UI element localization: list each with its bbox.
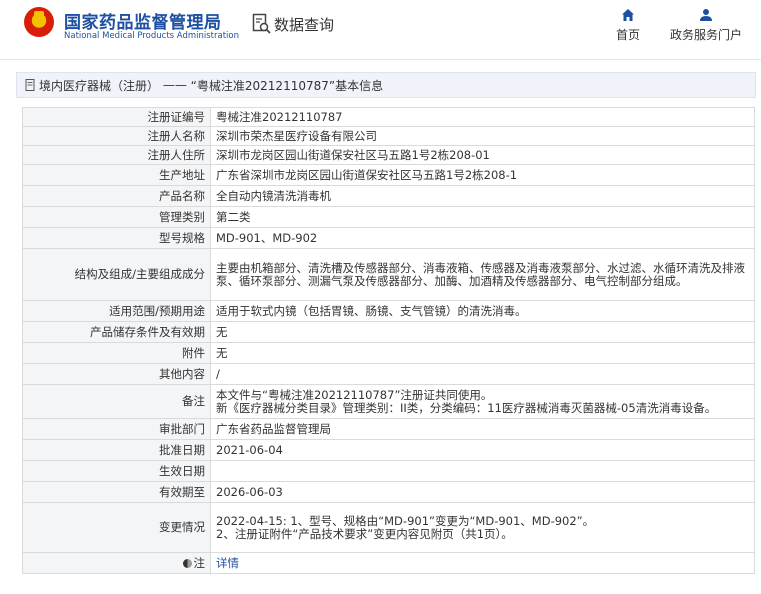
value-approval-date: 2021-06-04 [216,442,283,457]
document-icon [25,79,35,91]
value-attachment: 无 [216,345,228,360]
label-effective-date: 生效日期 [22,460,211,482]
value-cell-expiry-date: 2026-06-03 [210,481,755,503]
label-attachment: 附件 [22,342,211,364]
info-row-registrant-name: 注册人名称 深圳市荣杰星医疗设备有限公司 [22,126,755,146]
value-cell-change-history: 2022-04-15: 1、型号、规格由“MD-901”变更为“MD-901、M… [210,502,755,553]
info-row-structure-composition: 结构及组成/主要组成成分 主要由机箱部分、清洗槽及传感器部分、消毒液箱、传感器及消… [22,248,755,301]
label-registrant-address: 注册人住所 [22,145,211,165]
value-cell-effective-date [210,460,755,482]
value-cell-approval-date: 2021-06-04 [210,439,755,461]
label-structure-composition: 结构及组成/主要组成成分 [22,248,211,301]
info-row-remarks: 备注 本文件与“粤械注准20212110787”注册证共同使用。 新《医疗器械分类… [22,384,755,419]
info-row-registrant-address: 注册人住所 深圳市龙岗区园山街道保安社区马五路1号2栋208-01 [22,145,755,165]
value-cell-storage-validity: 无 [210,321,755,343]
info-row-model-spec: 型号规格 MD-901、MD-902 [22,227,755,249]
info-row-intended-use: 适用范围/预期用途 适用于软式内镜（包括胃镜、肠镜、支气管镜）的清洗消毒。 [22,300,755,322]
value-other-content: / [216,366,220,381]
label-product-name: 产品名称 [22,185,211,207]
value-cell-registrant-name: 深圳市荣杰星医疗设备有限公司 [210,126,755,146]
value-intended-use: 适用于软式内镜（包括胃镜、肠镜、支气管镜）的清洗消毒。 [216,303,527,318]
info-row-effective-date: 生效日期 [22,460,755,482]
breadcrumb: 境内医疗器械（注册） —— “粤械注准20212110787”基本信息 [16,72,756,98]
value-cell-intended-use: 适用于软式内镜（包括胃镜、肠镜、支气管镜）的清洗消毒。 [210,300,755,322]
info-row-expiry-date: 有效期至 2026-06-03 [22,481,755,503]
value-structure-composition: 主要由机箱部分、清洗槽及传感器部分、消毒液箱、传感器及消毒液泵部分、水过滤、水循… [216,260,745,288]
value-cell-registrant-address: 深圳市龙岗区园山街道保安社区马五路1号2栋208-01 [210,145,755,165]
value-cell-attachment: 无 [210,342,755,364]
value-cert-number: 粤械注准20212110787 [216,109,343,124]
value-effective-date [216,469,749,473]
user-icon [700,9,712,21]
value-registrant-name: 深圳市荣杰星医疗设备有限公司 [216,128,377,143]
info-row-production-address: 生产地址 广东省深圳市龙岗区园山街道保安社区马五路1号2栋208-1 [22,164,755,186]
label-change-history: 变更情况 [22,502,211,553]
registration-info-table: 注册证编号 粤械注准20212110787 注册人名称 深圳市荣杰星医疗设备有限公司注… [22,107,755,574]
nav-service-portal[interactable]: 政务服务门户 [664,8,748,43]
value-production-address: 广东省深圳市龙岗区园山街道保安社区马五路1号2栋208-1 [216,167,518,182]
value-model-spec: MD-901、MD-902 [216,230,318,245]
label-model-spec: 型号规格 [22,227,211,249]
label-note: 注 [22,552,211,574]
value-cell-remarks: 本文件与“粤械注准20212110787”注册证共同使用。 新《医疗器械分类目录… [210,384,755,419]
info-row-other-content: 其他内容 / [22,363,755,385]
header-divider [0,59,761,60]
value-cell-product-name: 全自动内镜清洗消毒机 [210,185,755,207]
label-management-class: 管理类别 [22,206,211,228]
label-approval-date: 批准日期 [22,439,211,461]
data-query-link[interactable]: 数据查询 [252,12,334,36]
breadcrumb-separator: —— [162,78,187,92]
document-search-icon [252,13,271,34]
nav-home-label: 首页 [615,28,640,42]
value-cell-model-spec: MD-901、MD-902 [210,227,755,249]
value-cell-note: 详情 [210,552,755,574]
info-row-product-name: 产品名称 全自动内镜清洗消毒机 [22,185,755,207]
data-query-label: 数据查询 [274,15,335,34]
value-cell-structure-composition: 主要由机箱部分、清洗槽及传感器部分、消毒液箱、传感器及消毒液泵部分、水过滤、水循… [210,248,755,301]
note-icon [182,558,192,568]
site-header: 国家药品监督管理局 National Medical Products Admi… [0,0,761,60]
label-other-content: 其他内容 [22,363,211,385]
info-row-management-class: 管理类别 第二类 [22,206,755,228]
value-cell-production-address: 广东省深圳市龙岗区园山街道保安社区马五路1号2栋208-1 [210,164,755,186]
home-icon [622,9,634,21]
label-expiry-date: 有效期至 [22,481,211,503]
info-row-attachment: 附件无 [22,342,755,364]
info-row-approval-date: 批准日期 2021-06-04 [22,439,755,461]
value-cell-management-class: 第二类 [210,206,755,228]
value-storage-validity: 无 [216,324,228,339]
label-text-note: 注 [193,555,206,570]
value-change-history: 2022-04-15: 1、型号、规格由“MD-901”变更为“MD-901、M… [216,513,595,541]
breadcrumb-category-link[interactable]: 境内医疗器械（注册） [39,77,159,94]
label-remarks: 备注 [22,384,211,419]
label-storage-validity: 产品储存条件及有效期 [22,321,211,343]
value-cell-cert-number: 粤械注准20212110787 [210,107,755,127]
details-link[interactable]: 详情 [216,555,749,572]
info-row-approval-department: 审批部门 广东省药品监督管理局 [22,418,755,440]
value-remarks: 本文件与“粤械注准20212110787”注册证共同使用。 新《医疗器械分类目录… [216,387,717,415]
info-row-note: 注详情 [22,552,755,574]
national-emblem-logo[interactable] [24,7,54,37]
site-title-cn[interactable]: 国家药品监督管理局 [64,8,222,33]
value-cell-other-content: / [210,363,755,385]
value-expiry-date: 2026-06-03 [216,484,283,499]
label-cert-number: 注册证编号 [22,107,211,127]
info-row-change-history: 变更情况 2022-04-15: 1、型号、规格由“MD-901”变更为“MD-9… [22,502,755,553]
breadcrumb-title: “粤械注准20212110787”基本信息 [190,78,384,93]
info-row-cert-number: 注册证编号 粤械注准20212110787 [22,107,755,127]
value-registrant-address: 深圳市龙岗区园山街道保安社区马五路1号2栋208-01 [216,147,490,162]
info-row-storage-validity: 产品储存条件及有效期无 [22,321,755,343]
value-cell-approval-department: 广东省药品监督管理局 [210,418,755,440]
label-registrant-name: 注册人名称 [22,126,211,146]
nav-service-portal-label: 政务服务门户 [669,28,742,42]
value-product-name: 全自动内镜清洗消毒机 [216,188,331,203]
value-approval-department: 广东省药品监督管理局 [216,421,331,436]
value-management-class: 第二类 [216,209,251,224]
label-production-address: 生产地址 [22,164,211,186]
site-title-en[interactable]: National Medical Products Administration [64,31,239,41]
label-approval-department: 审批部门 [22,418,211,440]
nav-home[interactable]: 首页 [608,8,648,43]
label-intended-use: 适用范围/预期用途 [22,300,211,322]
